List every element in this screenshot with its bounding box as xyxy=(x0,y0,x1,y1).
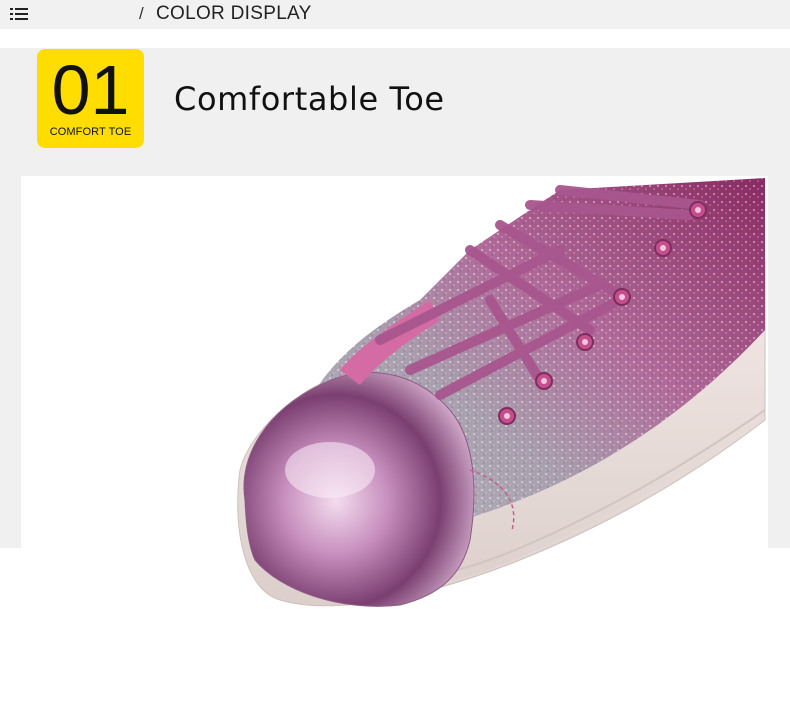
sneaker-photo xyxy=(237,178,766,607)
